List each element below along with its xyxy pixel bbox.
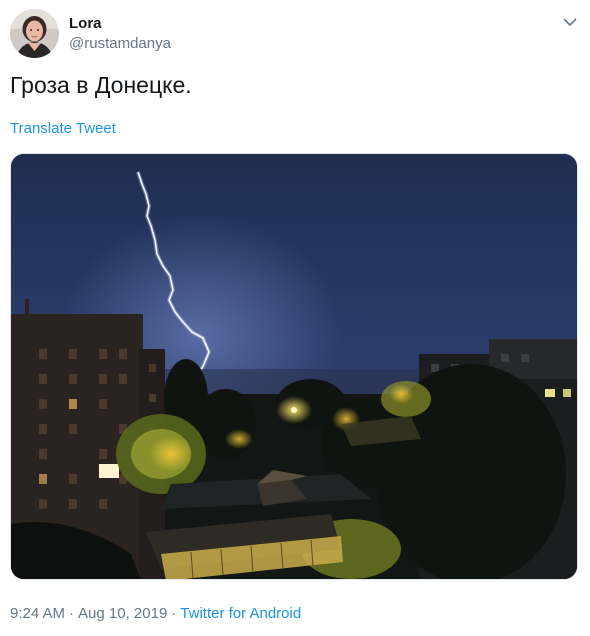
meta-separator: ·: [69, 605, 75, 622]
chevron-down-icon: [563, 18, 577, 26]
tweet-source-link[interactable]: Twitter for Android: [180, 605, 301, 622]
avatar[interactable]: [10, 9, 59, 58]
tweet-menu-button[interactable]: [560, 12, 580, 32]
user-avatar-icon: [10, 9, 59, 58]
tweet-time[interactable]: 9:24 AM: [10, 605, 65, 622]
user-handle[interactable]: @rustamdanya: [69, 34, 171, 54]
tweet-container: Lora @rustamdanya Гроза в Донецке. Trans…: [0, 0, 590, 636]
tweet-photo[interactable]: [10, 153, 578, 580]
translate-tweet-link[interactable]: Translate Tweet: [10, 119, 116, 139]
display-name[interactable]: Lora: [69, 14, 171, 34]
tweet-text: Гроза в Донецке.: [10, 72, 192, 98]
lightning-city-photo-icon: [11, 154, 577, 579]
tweet-date[interactable]: Aug 10, 2019: [78, 605, 167, 622]
user-name-block[interactable]: Lora @rustamdanya: [69, 14, 171, 54]
meta-separator: ·: [171, 605, 177, 622]
tweet-metadata: 9:24 AM · Aug 10, 2019 · Twitter for Android: [10, 604, 301, 624]
